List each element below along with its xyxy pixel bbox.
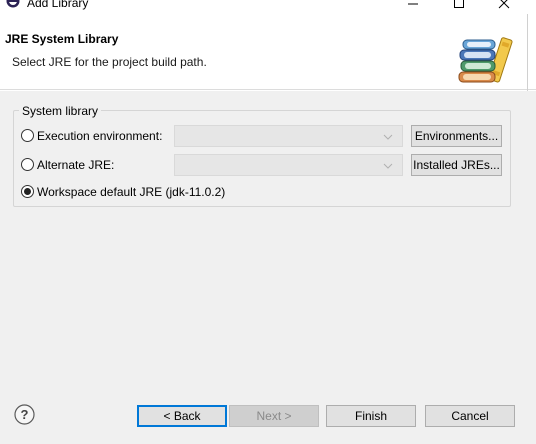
back-button[interactable]: < Back bbox=[137, 405, 227, 427]
chevron-down-icon bbox=[383, 131, 393, 145]
close-icon[interactable] bbox=[489, 0, 519, 12]
maximize-icon[interactable] bbox=[444, 0, 474, 12]
alternate-jre-label: Alternate JRE: bbox=[37, 158, 115, 172]
system-library-label: System library bbox=[19, 104, 102, 118]
execution-environment-radio[interactable] bbox=[21, 129, 34, 142]
execution-environment-label: Execution environment: bbox=[37, 129, 163, 143]
alternate-jre-combo[interactable] bbox=[174, 154, 403, 176]
finish-button[interactable]: Finish bbox=[326, 405, 416, 427]
title-bar: Add Library bbox=[0, 0, 536, 14]
eclipse-app-icon bbox=[6, 0, 20, 8]
next-button[interactable]: Next > bbox=[229, 405, 319, 427]
page-title: JRE System Library bbox=[5, 32, 119, 46]
library-books-icon bbox=[455, 30, 515, 90]
minimize-icon[interactable] bbox=[398, 0, 428, 12]
wizard-header: JRE System Library Select JRE for the pr… bbox=[0, 14, 536, 90]
help-icon[interactable]: ? bbox=[14, 404, 35, 425]
installed-jres-button[interactable]: Installed JREs... bbox=[411, 154, 502, 176]
page-description: Select JRE for the project build path. bbox=[12, 55, 207, 69]
svg-text:?: ? bbox=[21, 407, 29, 422]
chevron-down-icon bbox=[383, 160, 393, 174]
wizard-content: System library Execution environment: En… bbox=[0, 91, 536, 444]
alternate-jre-radio[interactable] bbox=[21, 158, 34, 171]
workspace-default-jre-radio[interactable] bbox=[21, 185, 34, 198]
workspace-default-jre-label: Workspace default JRE (jdk-11.0.2) bbox=[37, 185, 226, 199]
cancel-button[interactable]: Cancel bbox=[425, 405, 515, 427]
environments-button[interactable]: Environments... bbox=[411, 125, 502, 147]
execution-environment-combo[interactable] bbox=[174, 125, 403, 147]
window-title: Add Library bbox=[27, 0, 89, 10]
